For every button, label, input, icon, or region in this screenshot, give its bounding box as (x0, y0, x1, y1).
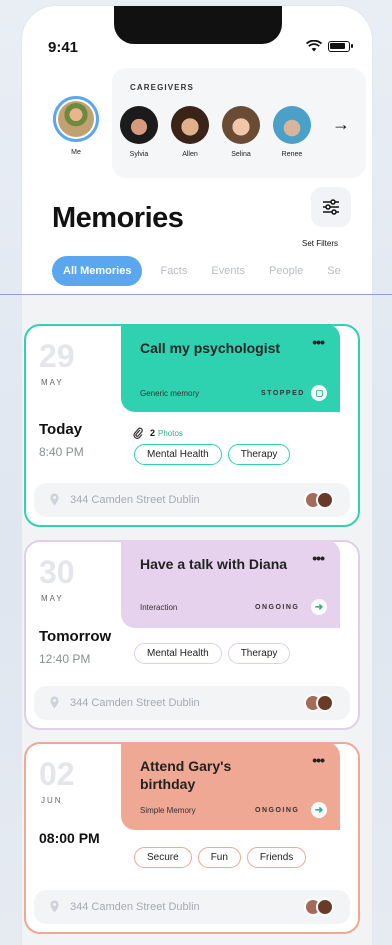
date-number: 29 (39, 338, 75, 374)
more-options-icon[interactable]: ••• (312, 334, 325, 350)
more-options-icon[interactable]: ••• (312, 752, 325, 768)
location-text: 344 Camden Street Dublin (70, 697, 200, 709)
date-number: 30 (39, 554, 75, 590)
set-filters-button[interactable] (311, 187, 351, 227)
memory-status: STOPPED (261, 390, 305, 397)
tag[interactable]: Mental Health (134, 444, 222, 465)
photos-label: Photos (158, 428, 183, 438)
photos-attachment[interactable]: 2 Photos (132, 427, 183, 439)
set-filters-label: Set Filters (302, 239, 339, 248)
memory-title: Attend Gary's birthday (140, 758, 232, 792)
location-row[interactable]: 344 Camden Street Dublin (34, 890, 350, 924)
location-pin-icon (50, 493, 59, 506)
battery-icon (328, 40, 353, 52)
me-avatar[interactable]: Me (48, 96, 104, 156)
date-month: MAY (41, 594, 64, 603)
memory-card[interactable]: 02 JUN 08:00 PM Attend Gary's birthday •… (24, 742, 360, 934)
memory-card[interactable]: 29 MAY Today 8:40 PM Call my psychologis… (24, 324, 360, 527)
participants-avatars (304, 491, 338, 509)
arrow-right-icon[interactable]: ➜ (311, 802, 327, 818)
memory-type: Generic memory (140, 389, 200, 398)
avatar (222, 106, 260, 144)
tab-facts[interactable]: Facts (148, 256, 199, 286)
tag[interactable]: Therapy (227, 643, 291, 664)
avatar (273, 106, 311, 144)
memory-header: Call my psychologist ••• Generic memory … (121, 324, 340, 412)
tag-list: Mental Health Therapy (134, 444, 291, 465)
caregivers-list: Sylvia Allen Selina Renee (118, 106, 313, 158)
tag[interactable]: Secure (134, 847, 192, 868)
memory-title: Call my psychologist (140, 340, 281, 356)
memory-time: 12:40 PM (39, 652, 91, 666)
caregivers-panel: CAREGIVERS Sylvia Allen Selina Renee → (112, 68, 366, 178)
location-text: 344 Camden Street Dublin (70, 901, 200, 913)
arrow-right-icon[interactable]: → (332, 114, 350, 135)
status-time: 9:41 (48, 39, 79, 56)
avatar (120, 106, 158, 144)
avatar (53, 96, 99, 142)
more-options-icon[interactable]: ••• (312, 550, 325, 566)
date-month: MAY (41, 378, 64, 387)
tag-list: Secure Fun Friends (134, 847, 307, 868)
location-pin-icon (50, 900, 59, 913)
participants-avatars (304, 694, 338, 712)
memory-status: ONGOING (255, 604, 300, 611)
tag[interactable]: Friends (246, 847, 307, 868)
participants-avatars (304, 898, 338, 916)
caregiver-renee[interactable]: Renee (271, 106, 313, 158)
memory-title: Have a talk with Diana (140, 556, 288, 572)
caregiver-allen[interactable]: Allen (169, 106, 211, 158)
tag[interactable]: Therapy (227, 444, 291, 465)
memory-day: 08:00 PM (39, 830, 100, 846)
wifi-icon (306, 40, 322, 52)
avatar (171, 106, 209, 144)
caregiver-name: Sylvia (129, 151, 149, 158)
notch (114, 6, 282, 44)
tab-all-memories[interactable]: All Memories (52, 256, 143, 286)
memory-day: Tomorrow (39, 628, 112, 645)
status-icons (306, 40, 353, 52)
location-text: 344 Camden Street Dublin (70, 494, 200, 506)
caregiver-name: Selina (231, 151, 251, 158)
memory-header: Attend Gary's birthday ••• Simple Memory… (121, 742, 340, 830)
paperclip-icon (133, 427, 143, 439)
caregivers-title: CAREGIVERS (130, 83, 194, 92)
location-row[interactable]: 344 Camden Street Dublin (34, 686, 350, 720)
caregiver-name: Allen (182, 151, 198, 158)
memory-header: Have a talk with Diana ••• Interaction O… (121, 540, 340, 628)
me-label: Me (71, 149, 81, 156)
caregiver-sylvia[interactable]: Sylvia (118, 106, 160, 158)
sliders-icon (323, 199, 339, 215)
memory-day: Today (39, 421, 83, 438)
location-row[interactable]: 344 Camden Street Dublin (34, 483, 350, 517)
tab-events[interactable]: Events (199, 256, 257, 286)
date-month: JUN (41, 796, 63, 805)
memory-time: 8:40 PM (39, 445, 84, 459)
page-title: Memories (52, 202, 184, 234)
location-pin-icon (50, 696, 59, 709)
memory-status: ONGOING (255, 807, 300, 814)
caregiver-selina[interactable]: Selina (220, 106, 262, 158)
memory-tabs: All Memories Facts Events People Se (52, 256, 353, 286)
memory-type: Interaction (140, 603, 178, 612)
tab-more[interactable]: Se (315, 256, 352, 286)
arrow-right-icon[interactable]: ➜ (311, 599, 327, 615)
tab-people[interactable]: People (257, 256, 315, 286)
date-number: 02 (39, 756, 75, 792)
tag[interactable]: Fun (197, 847, 241, 868)
photos-count: 2 (150, 428, 156, 438)
tag[interactable]: Mental Health (134, 643, 222, 664)
tag-list: Mental Health Therapy (134, 643, 291, 664)
stop-icon[interactable] (311, 385, 327, 401)
memory-type: Simple Memory (140, 806, 196, 815)
memory-card[interactable]: 30 MAY Tomorrow 12:40 PM Have a talk wit… (24, 540, 360, 730)
caregiver-name: Renee (281, 151, 303, 158)
